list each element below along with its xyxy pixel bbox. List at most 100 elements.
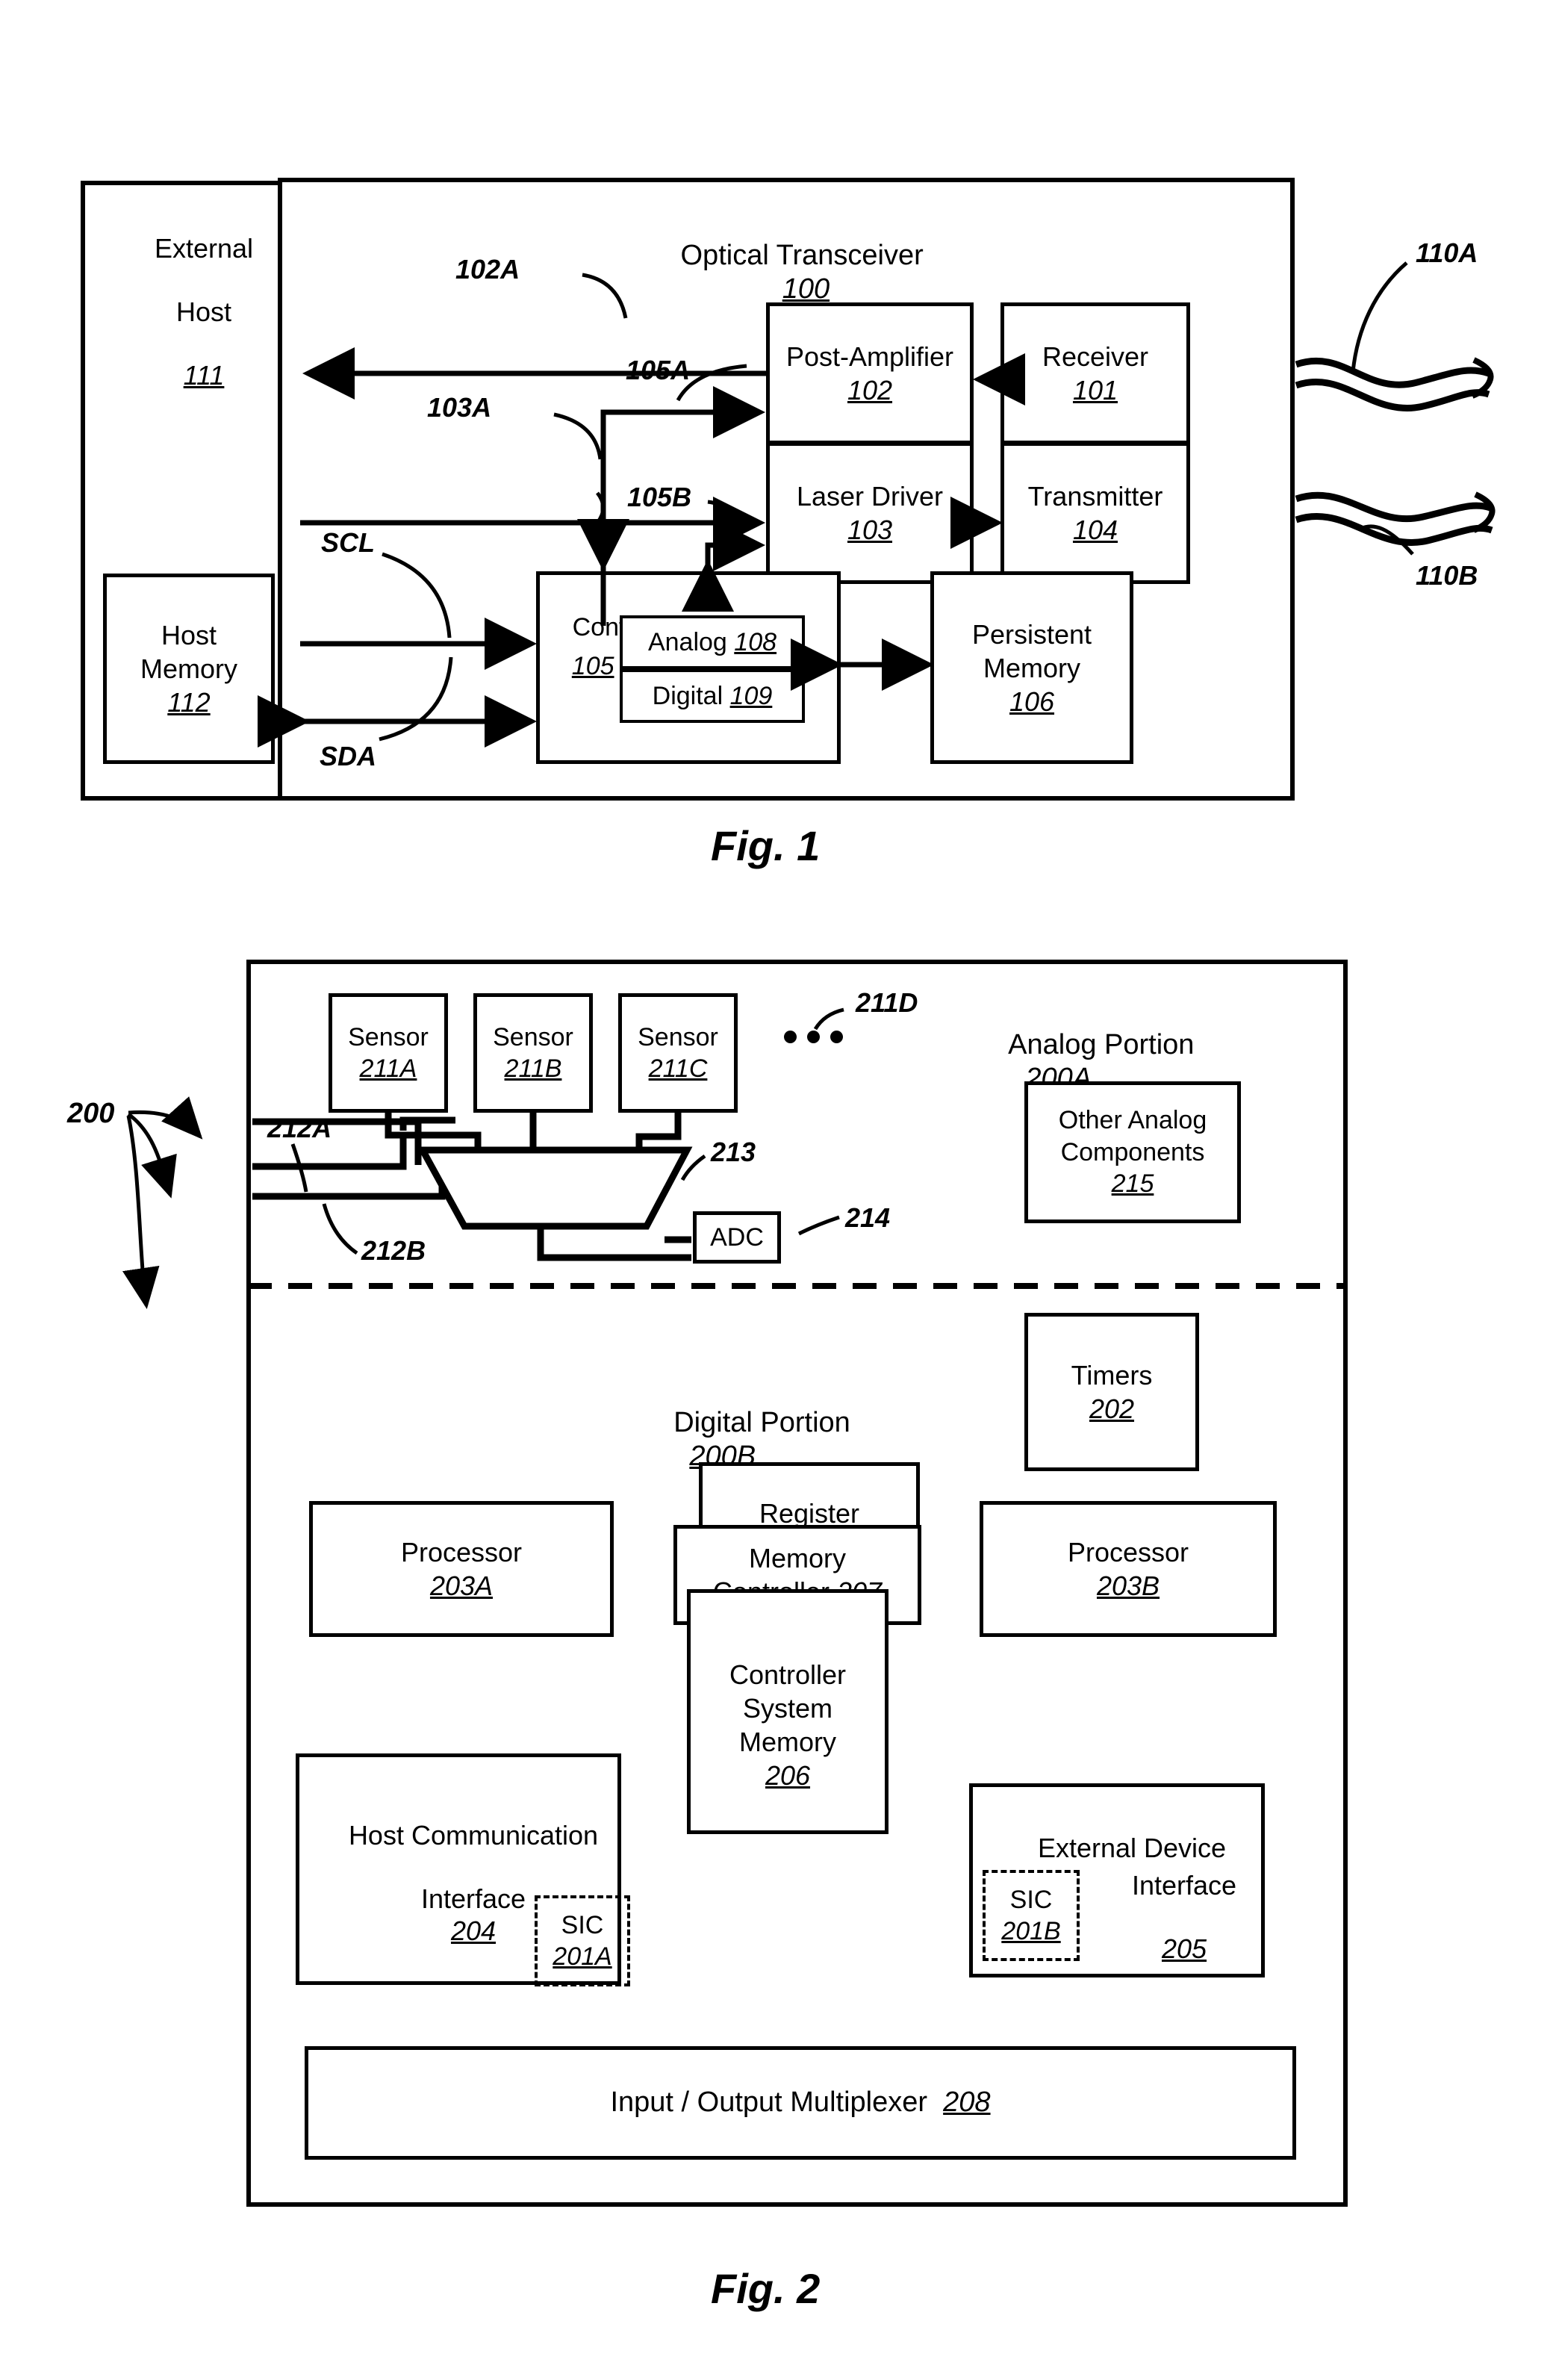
laser-driver-ref: 103 bbox=[847, 515, 893, 545]
hci-line2: Interface bbox=[420, 1883, 526, 1915]
ref-102a: 102A bbox=[455, 254, 520, 285]
sensor-ellipsis bbox=[784, 1031, 843, 1043]
ref-110b: 110B bbox=[1416, 560, 1478, 591]
multiplexer-label: Multiplexer bbox=[433, 1159, 650, 1249]
post-amplifier-ref: 102 bbox=[847, 375, 893, 406]
sensor-211b-name: Sensor bbox=[493, 1022, 573, 1051]
host-memory-line1: Host bbox=[161, 620, 217, 650]
sic-201a-box: SIC 201A bbox=[535, 1895, 630, 1986]
processor-203a-name: Processor bbox=[400, 1537, 523, 1567]
csm-ref: 206 bbox=[765, 1760, 811, 1791]
persistent-memory-box: Persistent Memory 106 bbox=[930, 571, 1133, 764]
sensor-211a-box: Sensor 211A bbox=[329, 993, 448, 1113]
ellipsis-dot-3 bbox=[830, 1031, 843, 1043]
other-analog-ref: 215 bbox=[1111, 1169, 1154, 1199]
adc-label: ADC bbox=[710, 1222, 764, 1254]
sic-201b-box: SIC 201B bbox=[983, 1870, 1080, 1961]
receiver-box: Receiver 101 bbox=[1000, 302, 1190, 444]
ref-110a-text: 110A bbox=[1416, 237, 1478, 268]
persistent-memory-label: Persistent Memory 106 bbox=[972, 618, 1092, 718]
io-multiplexer-box: Input / Output Multiplexer 208 bbox=[305, 2046, 1296, 2160]
sensor-211a-label: Sensor 211A bbox=[348, 1022, 429, 1085]
adc-box: ADC bbox=[693, 1211, 781, 1264]
ref-105a: 105A bbox=[626, 355, 690, 386]
csm-line2: System bbox=[742, 1693, 833, 1724]
external-host-line1: External bbox=[154, 233, 254, 264]
external-host-line2: Host bbox=[175, 296, 232, 328]
processor-203a-label: Processor 203A bbox=[401, 1535, 522, 1603]
ref-211d-text: 211D bbox=[856, 987, 918, 1018]
ref-213-text: 213 bbox=[711, 1137, 756, 1167]
ref-105b: 105B bbox=[627, 482, 691, 513]
csm-line1: Controller bbox=[729, 1659, 847, 1690]
sensor-211c-label: Sensor 211C bbox=[638, 1022, 718, 1085]
digital-ref: 109 bbox=[729, 681, 773, 710]
post-amplifier-name: Post-Amplifier bbox=[785, 341, 954, 372]
figure-1-caption-text: Fig. 1 bbox=[711, 822, 821, 869]
edi-line2: Interface bbox=[1131, 1870, 1237, 1901]
receiver-name: Receiver bbox=[1042, 341, 1149, 372]
persistent-memory-ref: 106 bbox=[1009, 686, 1055, 717]
sensor-211c-name: Sensor bbox=[638, 1022, 718, 1051]
sensor-211c-ref: 211C bbox=[648, 1054, 708, 1083]
processor-203a-ref: 203A bbox=[429, 1570, 494, 1601]
controller-system-memory-box: Controller System Memory 206 bbox=[687, 1589, 888, 1834]
ref-sda-text: SDA bbox=[320, 741, 377, 771]
transmitter-box: Transmitter 104 bbox=[1000, 442, 1190, 584]
post-amplifier-box: Post-Amplifier 102 bbox=[766, 302, 974, 444]
processor-203b-box: Processor 203B bbox=[980, 1501, 1277, 1637]
laser-driver-label: Laser Driver 103 bbox=[797, 479, 943, 547]
transmitter-ref: 104 bbox=[1072, 515, 1118, 545]
other-analog-line1: Other Analog bbox=[1058, 1106, 1207, 1135]
multiplexer-name: Multiplexer bbox=[494, 1190, 617, 1219]
sensor-211b-ref: 211B bbox=[504, 1054, 562, 1083]
sic-201a-name: SIC bbox=[561, 1910, 604, 1939]
laser-driver-box: Laser Driver 103 bbox=[766, 442, 974, 584]
sic-201b-ref: 201B bbox=[1001, 1917, 1061, 1945]
processor-203b-label: Processor 203B bbox=[1068, 1535, 1189, 1603]
ref-211d: 211D bbox=[856, 987, 918, 1019]
timers-name: Timers bbox=[1071, 1360, 1153, 1391]
ref-214: 214 bbox=[845, 1202, 890, 1234]
adc-name: ADC bbox=[710, 1222, 764, 1252]
analog-label: Analog 108 bbox=[648, 627, 776, 659]
ref-200: 200 bbox=[67, 1098, 114, 1130]
host-memory-label: Host Memory 112 bbox=[140, 618, 237, 719]
analog-name: Analog bbox=[647, 627, 727, 656]
ellipsis-dot-2 bbox=[807, 1031, 820, 1043]
sensor-211a-ref: 211A bbox=[359, 1054, 417, 1083]
sic-201b-label: SIC 201B bbox=[1001, 1884, 1060, 1948]
register-sets-line1: Register bbox=[759, 1498, 860, 1529]
io-multiplexer-ref: 208 bbox=[943, 2087, 991, 2119]
processor-203b-name: Processor bbox=[1067, 1537, 1189, 1567]
sensor-211a-name: Sensor bbox=[348, 1022, 429, 1051]
figure-2-caption: Fig. 2 bbox=[711, 2264, 820, 2313]
figure-1-caption: Fig. 1 bbox=[711, 821, 820, 870]
figure-2-caption-text: Fig. 2 bbox=[711, 2265, 821, 2312]
edi-ref: 205 bbox=[1161, 1933, 1207, 1965]
processor-203a-box: Processor 203A bbox=[309, 1501, 614, 1637]
sensor-211c-box: Sensor 211C bbox=[618, 993, 738, 1113]
control-module-ref-wrap: 105 bbox=[544, 621, 614, 711]
controller-system-memory-label: Controller System Memory 206 bbox=[729, 1631, 846, 1792]
sic-201a-label: SIC 201A bbox=[553, 1910, 611, 1973]
transmitter-label: Transmitter 104 bbox=[1028, 479, 1163, 547]
hci-ref: 204 bbox=[450, 1915, 497, 1946]
io-multiplexer-name: Input / Output Multiplexer bbox=[610, 2087, 928, 2119]
ref-102a-text: 102A bbox=[455, 254, 520, 285]
control-module-ref: 105 bbox=[571, 652, 614, 681]
host-memory-line2: Memory bbox=[140, 653, 237, 684]
analog-portion-name: Analog Portion bbox=[1008, 1028, 1195, 1060]
ref-212a: 212A bbox=[267, 1113, 332, 1144]
hci-line1: Host Communication bbox=[348, 1820, 599, 1851]
sic-201b-name: SIC bbox=[1009, 1885, 1053, 1914]
post-amplifier-label: Post-Amplifier 102 bbox=[786, 340, 953, 407]
persistent-memory-line1: Persistent bbox=[971, 618, 1092, 650]
ref-105b-text: 105B bbox=[627, 482, 692, 512]
external-host-ref: 111 bbox=[183, 360, 225, 391]
digital-label: Digital 109 bbox=[653, 680, 773, 712]
other-analog-components-label: Other Analog Components 215 bbox=[1059, 1104, 1207, 1200]
ref-103a: 103A bbox=[427, 392, 491, 423]
receiver-ref: 101 bbox=[1072, 375, 1118, 406]
other-analog-components-box: Other Analog Components 215 bbox=[1024, 1081, 1241, 1223]
